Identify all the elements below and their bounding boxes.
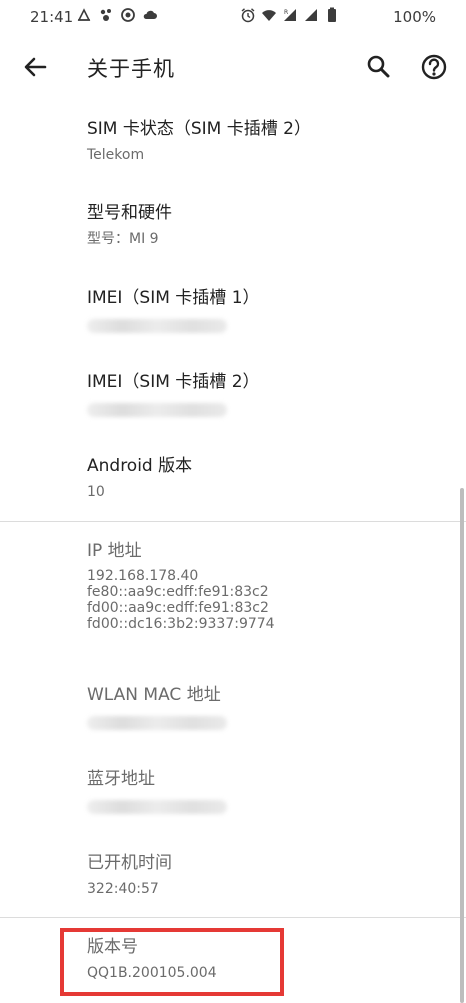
item-title: IMEI（SIM 卡插槽 2） bbox=[87, 372, 260, 392]
page-title: 关于手机 bbox=[87, 57, 175, 81]
wifi-icon bbox=[262, 10, 276, 21]
list-item-bluetooth-address: 蓝牙地址 bbox=[87, 768, 447, 814]
svg-text:R: R bbox=[284, 9, 288, 16]
list-item-model-hardware[interactable]: 型号和硬件 型号：MI 9 bbox=[87, 202, 447, 248]
item-title: 蓝牙地址 bbox=[87, 769, 155, 789]
status-right-icons: R bbox=[240, 7, 340, 23]
list-item-imei-slot1[interactable]: IMEI（SIM 卡插槽 1） bbox=[87, 287, 447, 333]
toolbar: 关于手机 bbox=[0, 34, 466, 98]
list-item-ip-address: IP 地址 192.168.178.40 fe80::aa9c:edff:fe9… bbox=[87, 540, 447, 632]
list-item-android-version[interactable]: Android 版本 10 bbox=[87, 455, 447, 501]
item-subtitle: 型号：MI 9 bbox=[87, 231, 159, 247]
item-subtitle: 10 bbox=[87, 484, 105, 500]
divider bbox=[0, 917, 466, 918]
ip-line: fe80::aa9c:edff:fe91:83c2 bbox=[87, 584, 269, 600]
item-title: SIM 卡状态（SIM 卡插槽 2） bbox=[87, 119, 311, 139]
status-left-icons bbox=[76, 7, 158, 23]
signal-r-icon: R bbox=[284, 9, 296, 21]
redacted-value bbox=[87, 716, 227, 730]
ip-line: fd00::aa9c:edff:fe91:83c2 bbox=[87, 600, 269, 616]
item-subtitle: Telekom bbox=[87, 147, 145, 163]
alarm-icon bbox=[241, 8, 255, 23]
list-item-sim-status[interactable]: SIM 卡状态（SIM 卡插槽 2） Telekom bbox=[87, 118, 447, 164]
item-title: Android 版本 bbox=[87, 456, 193, 476]
ip-line: fd00::dc16:3b2:9337:9774 bbox=[87, 616, 275, 632]
ip-line: 192.168.178.40 bbox=[87, 568, 199, 584]
sync-icon bbox=[121, 8, 135, 22]
status-time: 21:41 bbox=[30, 8, 74, 26]
notification-icon bbox=[77, 8, 91, 21]
redacted-value bbox=[87, 319, 227, 333]
highlight-box bbox=[60, 928, 284, 996]
status-bar: 21:41 R 100% bbox=[0, 0, 466, 34]
redacted-value bbox=[87, 800, 227, 814]
battery-percent: 100% bbox=[393, 8, 436, 26]
redacted-value bbox=[87, 403, 227, 417]
cloud-icon bbox=[143, 10, 157, 19]
list-item-imei-slot2[interactable]: IMEI（SIM 卡插槽 2） bbox=[87, 371, 447, 417]
scrollbar[interactable] bbox=[460, 488, 464, 1003]
item-title: WLAN MAC 地址 bbox=[87, 685, 221, 705]
list-item-wlan-mac: WLAN MAC 地址 bbox=[87, 684, 447, 730]
divider bbox=[0, 521, 466, 522]
item-title: 型号和硬件 bbox=[87, 203, 172, 223]
item-title: IP 地址 bbox=[87, 541, 142, 561]
item-title: 已开机时间 bbox=[87, 853, 172, 873]
item-subtitle: 322:40:57 bbox=[87, 881, 159, 897]
back-arrow-icon[interactable] bbox=[20, 52, 50, 82]
signal-icon bbox=[305, 9, 317, 21]
ip-address-list: 192.168.178.40 fe80::aa9c:edff:fe91:83c2… bbox=[87, 568, 447, 632]
about-phone-screen: 21:41 R 100% 关于手机 SIM 卡状态（SIM 卡插槽 2） Tel… bbox=[0, 0, 466, 1003]
help-icon[interactable] bbox=[418, 51, 450, 83]
app-icon bbox=[100, 9, 111, 21]
search-icon[interactable] bbox=[364, 52, 394, 82]
list-item-uptime: 已开机时间 322:40:57 bbox=[87, 852, 447, 898]
item-title: IMEI（SIM 卡插槽 1） bbox=[87, 288, 260, 308]
battery-icon bbox=[328, 7, 336, 22]
